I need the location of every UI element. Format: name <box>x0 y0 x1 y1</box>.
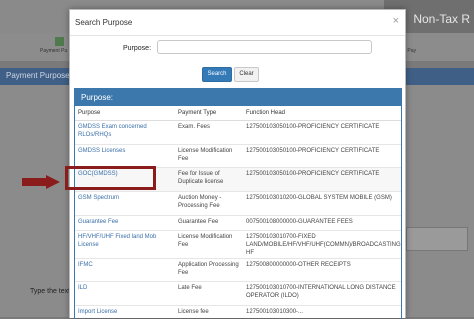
modal-title: Search Purpose <box>75 18 132 27</box>
panel-title: Purpose: <box>75 89 401 106</box>
highlight-box <box>65 166 156 190</box>
table-row[interactable]: IFMC Application Processing Fee 12750080… <box>75 259 401 282</box>
table-row[interactable]: Guarantee Fee Guarantee Fee 007500108000… <box>75 216 401 231</box>
purpose-label: Purpose: <box>123 45 151 52</box>
clear-button[interactable]: Clear <box>234 67 259 82</box>
background-field <box>406 227 468 251</box>
purpose-link[interactable]: GMDSS Licenses <box>75 145 175 168</box>
modal-header: Search Purpose × <box>70 10 405 36</box>
background-bar-label: Payment Purpose <box>6 71 70 80</box>
table-row[interactable]: GMDSS Licenses License Modification Fee … <box>75 145 401 168</box>
column-header-payment-type: Payment Type <box>175 106 243 121</box>
function-head-cell: 127500103050100-PROFICIENCY CERTIFICATE <box>243 121 401 145</box>
step-indicator <box>55 37 64 46</box>
function-head-cell: 127500103010700-FIXED LAND/MOBILE/HF/VHF… <box>243 231 401 259</box>
payment-type-cell: Late Fee <box>175 282 243 306</box>
payment-type-cell: Guarantee Fee <box>175 216 243 231</box>
table-header-row: Purpose Payment Type Function Head <box>75 106 401 121</box>
function-head-cell: 127500103010700-INTERNATIONAL LONG DISTA… <box>243 282 401 306</box>
column-header-function-head: Function Head <box>243 106 401 121</box>
table-row[interactable]: ILD Late Fee 127500103010700-INTERNATION… <box>75 282 401 306</box>
purpose-link[interactable]: IFMC <box>75 259 175 282</box>
purpose-search-input[interactable] <box>157 40 372 54</box>
payment-type-cell: Exam. Fees <box>175 121 243 145</box>
purpose-link[interactable]: HF/VHF/UHF Fixed land Mob License <box>75 231 175 259</box>
payment-type-cell: License Modification Fee <box>175 231 243 259</box>
column-header-purpose: Purpose <box>75 106 175 121</box>
search-button[interactable]: Search <box>202 67 232 82</box>
function-head-cell: 127500103050100-PROFICIENCY CERTIFICATE <box>243 145 401 168</box>
function-head-cell: 007500108000000-GUARANTEE FEES <box>243 216 401 231</box>
background-title: Non-Tax R <box>413 12 470 26</box>
purpose-results-panel: Purpose: Purpose Payment Type Function H… <box>74 88 402 319</box>
table-row[interactable]: GMDSS Exam concerned RLOs/RHQs Exam. Fee… <box>75 121 401 145</box>
purpose-link[interactable]: GMDSS Exam concerned RLOs/RHQs <box>75 121 175 145</box>
search-purpose-modal: Search Purpose × Purpose: Search Clear P… <box>69 9 406 318</box>
function-head-cell: 127500800000000-OTHER RECEIPTS <box>243 259 401 282</box>
payment-type-cell: Fee for Issue of Duplicate license <box>175 168 243 192</box>
table-row[interactable]: HF/VHF/UHF Fixed land Mob License Licens… <box>75 231 401 259</box>
table-row[interactable]: GSM Spectrum Auction Money - Processing … <box>75 192 401 216</box>
function-head-cell: 127500103050100-PROFICIENCY CERTIFICATE <box>243 168 401 192</box>
step-label: Payment Pu <box>40 48 67 54</box>
type-text-label: Type the text <box>30 288 70 295</box>
payment-type-cell: Auction Money - Processing Fee <box>175 192 243 216</box>
pointer-arrow-icon <box>22 175 60 189</box>
close-icon[interactable]: × <box>393 15 399 27</box>
payment-type-cell: License Modification Fee <box>175 145 243 168</box>
purpose-link[interactable]: GSM Spectrum <box>75 192 175 216</box>
purpose-table: Purpose Payment Type Function Head GMDSS… <box>75 106 401 319</box>
function-head-cell: 127500103010200-GLOBAL SYSTEM MOBILE (GS… <box>243 192 401 216</box>
step-label-right: Pay <box>407 48 416 54</box>
payment-type-cell: Application Processing Fee <box>175 259 243 282</box>
purpose-link[interactable]: Guarantee Fee <box>75 216 175 231</box>
purpose-link[interactable]: ILD <box>75 282 175 306</box>
